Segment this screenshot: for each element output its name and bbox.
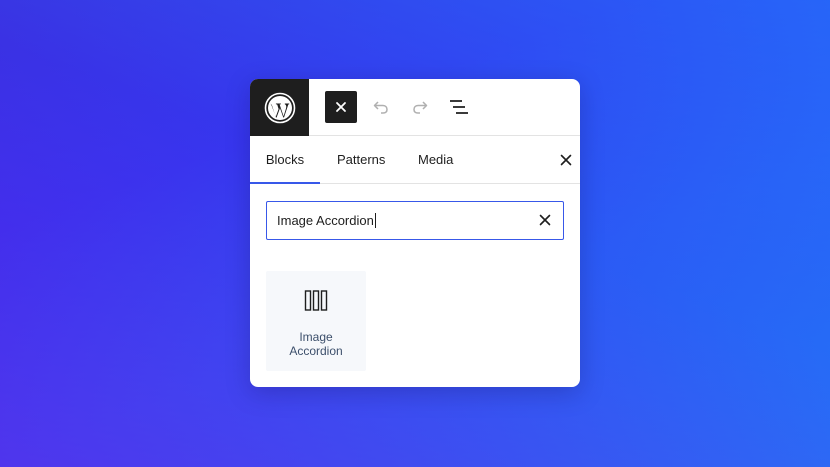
block-label: Image Accordion bbox=[266, 330, 366, 358]
text-caret bbox=[374, 212, 376, 228]
search-input[interactable]: Image Accordion bbox=[277, 202, 376, 238]
tab-media[interactable]: Media bbox=[418, 136, 453, 183]
close-icon bbox=[539, 214, 551, 226]
undo-icon bbox=[373, 101, 388, 114]
block-result-image-accordion[interactable]: Image Accordion bbox=[266, 271, 366, 371]
close-inserter-button[interactable] bbox=[325, 91, 357, 123]
tab-patterns[interactable]: Patterns bbox=[337, 136, 385, 183]
block-inserter-panel: Blocks Patterns Media Image Accordion Im… bbox=[250, 79, 580, 387]
redo-icon bbox=[413, 101, 428, 114]
redo-button[interactable] bbox=[404, 91, 436, 123]
wordpress-logo-icon[interactable] bbox=[250, 79, 309, 136]
list-view-button[interactable] bbox=[443, 91, 475, 123]
undo-button[interactable] bbox=[365, 91, 397, 123]
tab-blocks[interactable]: Blocks bbox=[250, 136, 320, 184]
image-accordion-icon bbox=[304, 290, 328, 311]
inserter-tabs: Blocks Patterns Media bbox=[250, 136, 580, 184]
close-icon bbox=[560, 154, 572, 166]
list-view-icon bbox=[450, 100, 468, 114]
close-panel-button[interactable] bbox=[556, 150, 576, 170]
block-label-line2: Accordion bbox=[289, 344, 343, 358]
search-input-value: Image Accordion bbox=[277, 212, 374, 228]
close-icon bbox=[336, 102, 346, 112]
search-field[interactable]: Image Accordion bbox=[266, 201, 564, 240]
clear-search-button[interactable] bbox=[537, 212, 553, 228]
block-label-line1: Image bbox=[299, 330, 333, 344]
editor-toolbar bbox=[250, 79, 580, 136]
